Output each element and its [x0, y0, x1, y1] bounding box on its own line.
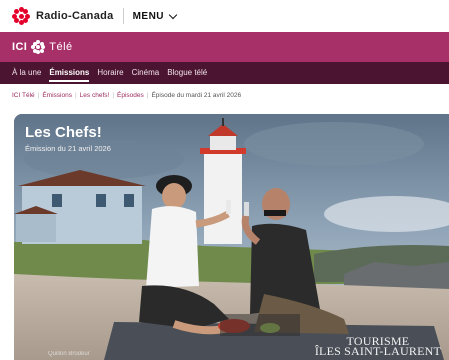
- nav-item-emissions[interactable]: Émissions: [49, 62, 90, 84]
- hero-subtitle: Émission du 21 avril 2026: [25, 144, 111, 153]
- nav-item-cinema[interactable]: Cinéma: [132, 62, 160, 84]
- top-bar: Radio-Canada MENU: [0, 0, 449, 32]
- gem-logo-icon: [31, 40, 46, 54]
- brand-tele[interactable]: Télé: [49, 41, 72, 53]
- menu-button[interactable]: MENU: [132, 10, 178, 22]
- watermark-line-2: ÎLES SAINT-LAURENT: [314, 344, 441, 358]
- breadcrumb-les-chefs[interactable]: Les chefs!: [80, 92, 110, 99]
- breadcrumb-episodes[interactable]: Épisodes: [117, 92, 144, 99]
- radio-canada-logo-icon[interactable]: [12, 7, 30, 25]
- nav-item-blogue-tele[interactable]: Blogue télé: [167, 62, 207, 84]
- breadcrumb-separator: |: [37, 91, 40, 99]
- chevron-down-icon: [168, 10, 178, 19]
- breadcrumb-emissions[interactable]: Émissions: [42, 92, 72, 99]
- breadcrumb-separator: |: [74, 91, 77, 99]
- breadcrumb: ICI Télé | Émissions | Les chefs! | Épis…: [0, 84, 449, 106]
- section-nav: À la une Émissions Horaire Cinéma Blogue…: [0, 62, 449, 84]
- tourisme-watermark: TOURISME ÎLES SAINT-LAURENT: [314, 335, 441, 358]
- hero-title: Les Chefs!: [25, 124, 102, 141]
- nav-item-a-la-une[interactable]: À la une: [12, 62, 41, 84]
- breadcrumb-separator: |: [112, 91, 115, 99]
- menu-label: MENU: [132, 10, 165, 22]
- ici-tele-brand-bar: ICI Télé: [0, 32, 449, 62]
- breadcrumb-separator: |: [146, 91, 149, 99]
- breadcrumb-ici-tele[interactable]: ICI Télé: [12, 92, 35, 99]
- brand-ici[interactable]: ICI: [12, 41, 27, 53]
- nav-item-horaire[interactable]: Horaire: [97, 62, 123, 84]
- brand-name[interactable]: Radio-Canada: [36, 10, 114, 22]
- breadcrumb-current: Épisode du mardi 21 avril 2026: [151, 91, 242, 99]
- hero-image: Les Chefs! Émission du 21 avril 2026 TOU…: [14, 114, 449, 360]
- topbar-divider: [122, 8, 124, 24]
- photo-credit: Quillon Brodeur: [48, 351, 90, 357]
